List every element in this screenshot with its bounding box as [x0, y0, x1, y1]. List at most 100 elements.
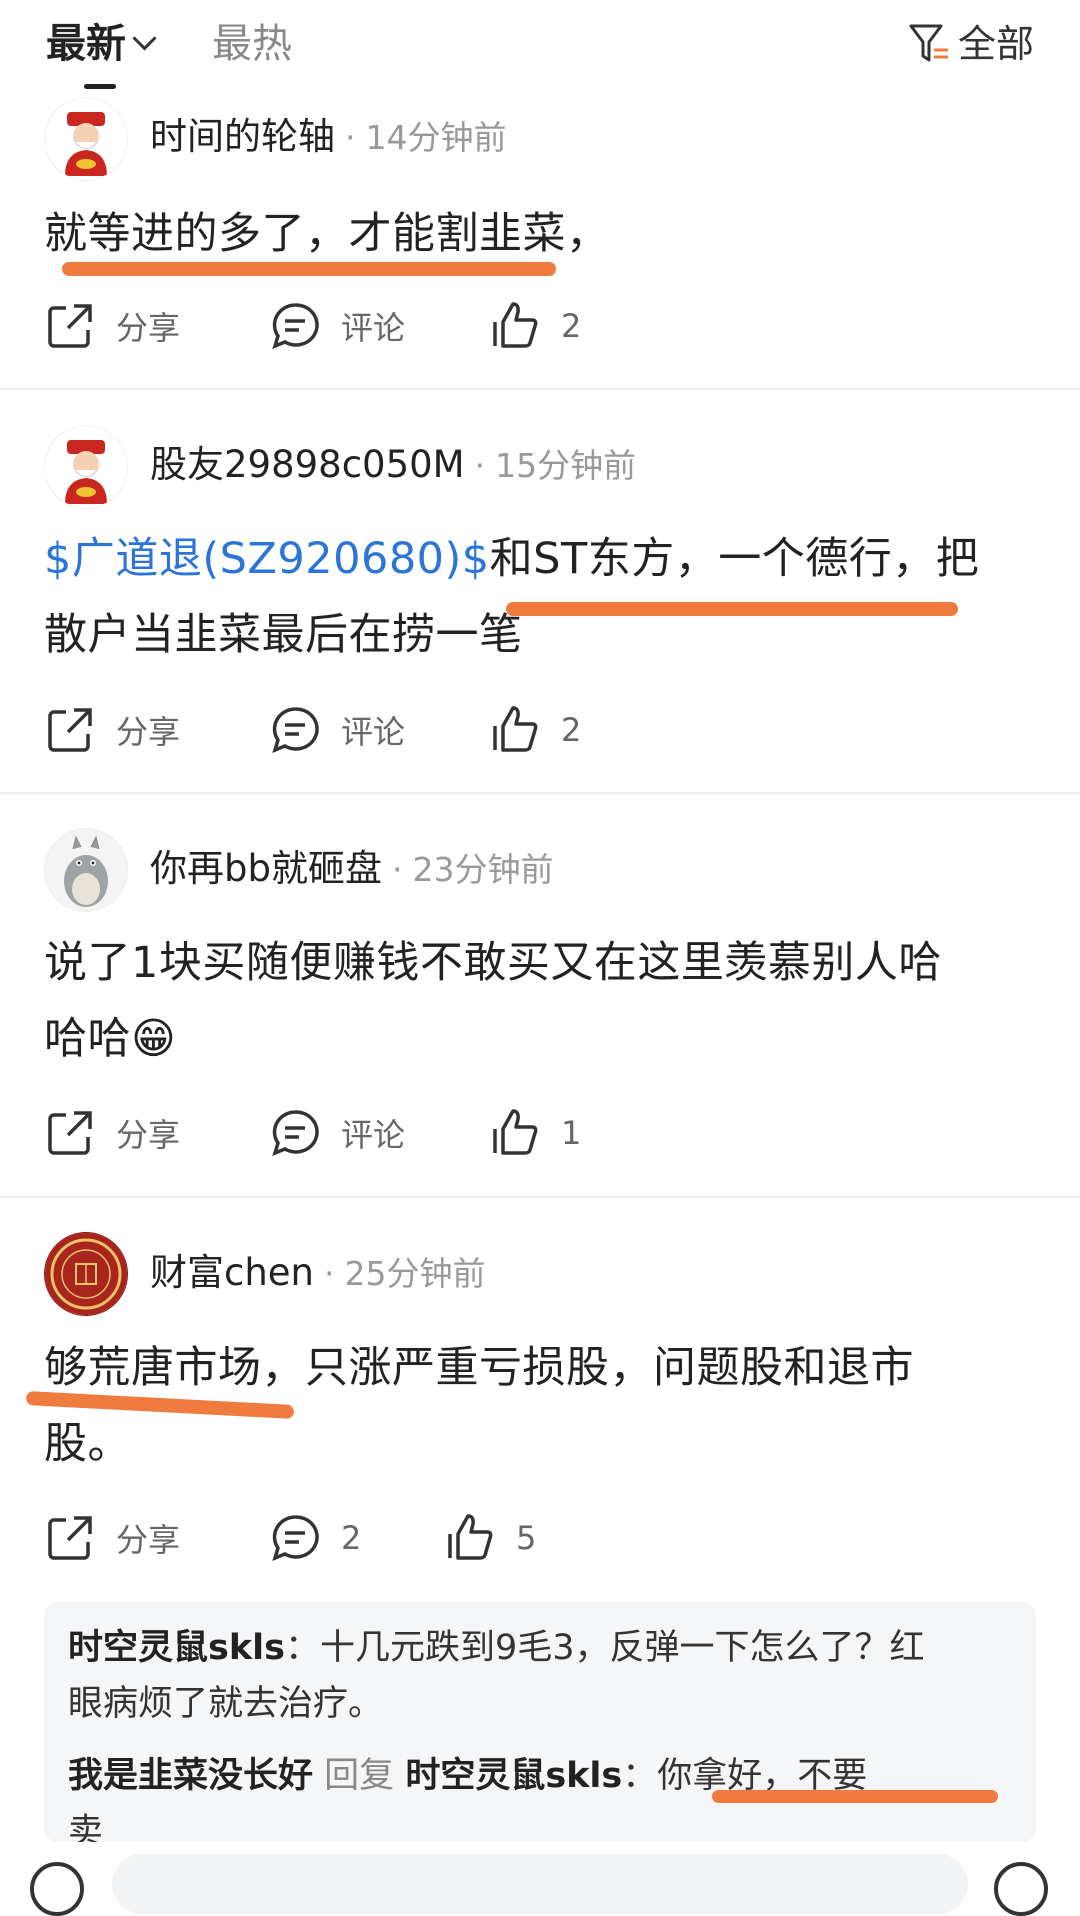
username[interactable]: 股友29898c050M — [150, 443, 465, 486]
reply-preview-box[interactable]: 时空灵鼠skls：十几元跌到9毛3，反弹一下怎么了？红 眼病烦了就去治疗。 我是… — [44, 1602, 1036, 1842]
share-button[interactable]: 分享 — [44, 702, 180, 758]
username[interactable]: 财富chen — [150, 1251, 314, 1294]
post-time: · 23分钟前 — [391, 850, 554, 889]
post-time: · 25分钟前 — [324, 1254, 486, 1293]
like-button[interactable]: 2 — [489, 298, 581, 354]
post-body[interactable]: $广道退(SZ920680)$和ST东方，一个德行，把 散户当韭菜最后在捞一笔 — [44, 521, 1034, 673]
share-icon — [48, 708, 92, 752]
like-button[interactable]: 1 — [489, 1105, 581, 1161]
reply-author[interactable]: 我是韭菜没长好 — [68, 1756, 313, 1796]
share-icon — [48, 304, 92, 348]
username[interactable]: 你再bb就砸盘 — [150, 847, 382, 890]
like-button[interactable]: 5 — [444, 1510, 536, 1566]
reply-separator: ： — [622, 1756, 658, 1796]
top-bar: 最新 最热 全部 — [0, 0, 1080, 96]
thumbs-up-icon — [493, 1109, 538, 1155]
post-text-line: 股。 — [44, 1419, 131, 1469]
post-author[interactable]: 你再bb就砸盘 · 23分钟前 — [150, 843, 553, 896]
share-button[interactable]: 分享 — [44, 1105, 180, 1161]
post-text-line: 和ST东方，一个德行，把 — [489, 534, 980, 584]
tab-hot[interactable]: 最热 — [212, 18, 292, 70]
totoro-avatar-icon — [45, 829, 127, 911]
highlight-mark — [712, 1790, 998, 1803]
post-text-line: 哈哈😁 — [44, 1014, 177, 1064]
post-text-line: 说了1块买随便赚钱不敢买又在这里羡慕别人哈 — [44, 938, 942, 988]
thumbs-up-icon — [493, 302, 538, 348]
stock-link[interactable]: $广道退(SZ920680)$ — [44, 534, 490, 584]
caishen-avatar-icon — [45, 98, 127, 180]
comment-button[interactable]: 评论 — [269, 702, 405, 758]
reply-text: 眼病烦了就去治疗。 — [68, 1684, 384, 1724]
comment-label: 评论 — [341, 1116, 406, 1154]
post-body[interactable]: 就等进的多了，才能割韭菜， — [44, 196, 1034, 272]
time-text: 23分钟前 — [412, 850, 554, 889]
comment-icon — [272, 707, 319, 753]
share-button[interactable]: 分享 — [44, 1510, 180, 1566]
comment-input[interactable] — [112, 1854, 968, 1914]
caishen-avatar-icon — [45, 426, 127, 508]
post-text-line: 够荒唐市场，只涨严重亏损股，问题股和退市 — [44, 1343, 914, 1393]
highlight-mark — [506, 602, 958, 616]
reply-text: 十几元跌到9毛3，反弹一下怎么了？红 — [319, 1628, 925, 1668]
post-text-line: 散户当韭菜最后在捞一笔 — [44, 610, 523, 660]
comment-count: 2 — [341, 1519, 362, 1557]
chevron-down-icon — [132, 26, 157, 51]
post-author[interactable]: 股友29898c050M · 15分钟前 — [150, 439, 636, 492]
post-time: · 15分钟前 — [474, 446, 637, 485]
divider — [0, 792, 1080, 794]
share-label: 分享 — [116, 713, 181, 751]
comment-button[interactable]: 评论 — [269, 298, 405, 354]
post-body[interactable]: 说了1块买随便赚钱不敢买又在这里羡慕别人哈 哈哈😁 — [44, 925, 1034, 1077]
comment-icon — [272, 303, 319, 349]
filter-button[interactable]: 全部 — [908, 18, 1034, 70]
share-button[interactable]: 分享 — [44, 298, 180, 354]
avatar[interactable] — [44, 1232, 128, 1316]
avatar[interactable] — [44, 97, 128, 181]
reply-word: 回复 — [324, 1756, 395, 1796]
username[interactable]: 时间的轮轴 — [150, 115, 335, 158]
comment-label: 评论 — [341, 309, 406, 347]
filter-icon — [909, 24, 948, 62]
share-label: 分享 — [116, 309, 181, 347]
comment-icon — [272, 1110, 319, 1156]
comment-icon — [272, 1515, 319, 1561]
post-time: · 14分钟前 — [345, 118, 507, 157]
post-actions: 分享 评论 2 — [44, 702, 1044, 758]
share-icon — [48, 1111, 92, 1155]
tab-latest-label: 最新 — [46, 21, 126, 67]
more-icon[interactable] — [994, 1862, 1048, 1916]
like-count: 5 — [516, 1519, 537, 1557]
like-count: 1 — [561, 1114, 582, 1152]
post-actions: 分享 评论 1 — [44, 1105, 1044, 1161]
reply-separator: ： — [284, 1628, 320, 1668]
comment-button[interactable]: 评论 — [269, 1105, 405, 1161]
avatar[interactable] — [44, 425, 128, 509]
time-text: 25分钟前 — [344, 1254, 486, 1293]
active-tab-indicator — [84, 84, 116, 89]
post-author[interactable]: 财富chen · 25分钟前 — [150, 1247, 486, 1300]
share-icon — [48, 1516, 92, 1560]
reply-item[interactable]: 时空灵鼠skls：十几元跌到9毛3，反弹一下怎么了？红 眼病烦了就去治疗。 — [68, 1620, 1018, 1732]
like-count: 2 — [561, 307, 582, 345]
comment-label: 评论 — [341, 713, 406, 751]
comment-button[interactable]: 2 — [269, 1510, 361, 1566]
emoji-icon[interactable] — [30, 1862, 84, 1916]
like-count: 2 — [561, 711, 582, 749]
reply-author[interactable]: 时空灵鼠skls — [68, 1628, 285, 1668]
like-button[interactable]: 2 — [489, 702, 581, 758]
share-label: 分享 — [116, 1521, 181, 1559]
avatar[interactable] — [44, 828, 128, 912]
post-actions: 分享 2 5 — [44, 1510, 1044, 1566]
highlight-mark — [62, 262, 556, 276]
filter-label: 全部 — [957, 22, 1034, 66]
post-actions: 分享 评论 2 — [44, 298, 1044, 354]
seal-avatar-icon — [45, 1233, 127, 1315]
time-text: 15分钟前 — [495, 446, 637, 485]
reply-text: 卖 — [68, 1812, 104, 1842]
tab-latest[interactable]: 最新 — [46, 18, 157, 70]
divider — [0, 388, 1080, 390]
reply-target[interactable]: 时空灵鼠skls — [405, 1756, 622, 1796]
post-author[interactable]: 时间的轮轴 · 14分钟前 — [150, 111, 507, 164]
share-label: 分享 — [116, 1116, 181, 1154]
divider — [0, 1196, 1080, 1198]
